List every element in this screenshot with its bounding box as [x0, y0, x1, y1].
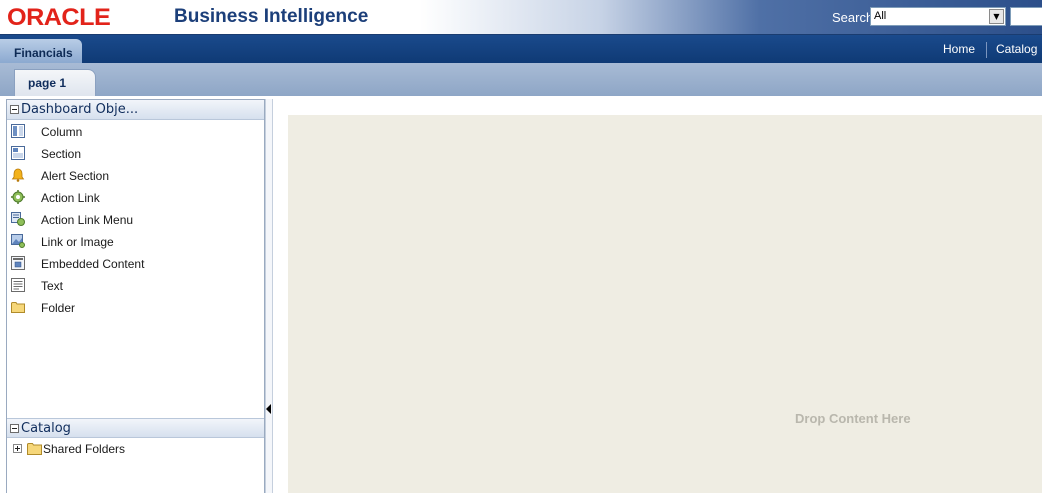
search-scope-value: All	[874, 10, 887, 22]
object-label: Embedded Content	[41, 257, 145, 271]
embedded-content-icon	[11, 256, 25, 270]
collapse-icon[interactable]	[10, 424, 19, 433]
object-folder[interactable]: Folder	[10, 298, 260, 320]
folder-icon	[11, 302, 25, 313]
object-alert-section[interactable]: Alert Section	[10, 166, 260, 188]
product-title: Business Intelligence	[174, 6, 369, 27]
tab-financials-label: Financials	[14, 46, 73, 60]
nav-divider	[986, 42, 987, 58]
search-label: Search	[832, 10, 874, 25]
drop-content-label: Drop Content Here	[795, 411, 911, 426]
tab-financials[interactable]: Financials	[0, 39, 82, 63]
catalog-link[interactable]: Catalog	[996, 42, 1037, 56]
gear-icon	[11, 190, 25, 204]
object-action-link[interactable]: Action Link	[10, 188, 260, 210]
dashboard-objects-panel: Dashboard Obje... Column Section Alert S…	[6, 99, 265, 493]
dashboard-nav-bar: Financials Home Catalog	[0, 35, 1042, 63]
dashboard-objects-title: Dashboard Obje...	[21, 102, 139, 117]
page-tab-bar: page 1	[0, 63, 1042, 96]
search-input[interactable]	[1010, 7, 1042, 26]
collapse-icon[interactable]	[10, 105, 19, 114]
link-image-icon	[11, 234, 25, 248]
panel-splitter[interactable]	[265, 99, 273, 493]
app-header: ORACLE Business Intelligence Search All …	[0, 0, 1042, 35]
oracle-logo: ORACLE	[7, 4, 111, 31]
object-text[interactable]: Text	[10, 276, 260, 298]
object-label: Folder	[41, 301, 76, 315]
object-action-link-menu[interactable]: Action Link Menu	[10, 210, 260, 232]
object-column[interactable]: Column	[10, 122, 260, 144]
section-icon	[11, 146, 25, 160]
catalog-title: Catalog	[21, 421, 71, 436]
search-scope-select[interactable]: All ▼	[870, 7, 1006, 26]
folder-icon	[27, 443, 42, 455]
dashboard-canvas: Drop Content Here	[273, 99, 1042, 493]
catalog-item-label: Shared Folders	[43, 442, 126, 456]
catalog-header[interactable]: Catalog	[7, 418, 264, 438]
home-link[interactable]: Home	[943, 42, 975, 56]
object-label: Link or Image	[41, 235, 114, 249]
object-label: Text	[41, 279, 64, 293]
object-label: Alert Section	[41, 169, 110, 183]
text-icon	[11, 278, 25, 292]
object-label: Section	[41, 147, 82, 161]
chevron-down-icon[interactable]: ▼	[989, 9, 1004, 24]
drop-zone[interactable]: Drop Content Here	[288, 115, 1042, 493]
column-icon	[11, 124, 25, 138]
object-link-or-image[interactable]: Link or Image	[10, 232, 260, 254]
bi-dashboard-editor: ORACLE Business Intelligence Search All …	[0, 0, 1042, 493]
collapse-left-icon[interactable]	[266, 404, 271, 414]
catalog-item-shared-folders[interactable]: Shared Folders	[10, 440, 260, 458]
object-embedded-content[interactable]: Embedded Content	[10, 254, 260, 276]
bell-icon	[11, 168, 25, 182]
dashboard-objects-header[interactable]: Dashboard Obje...	[7, 100, 264, 120]
object-label: Action Link	[41, 191, 100, 205]
object-label: Action Link Menu	[41, 213, 134, 227]
expand-icon[interactable]	[13, 444, 22, 453]
tab-page-1[interactable]: page 1	[14, 69, 96, 96]
object-label: Column	[41, 125, 83, 139]
object-section[interactable]: Section	[10, 144, 260, 166]
tab-page-1-label: page 1	[28, 76, 67, 90]
action-menu-icon	[11, 212, 25, 226]
